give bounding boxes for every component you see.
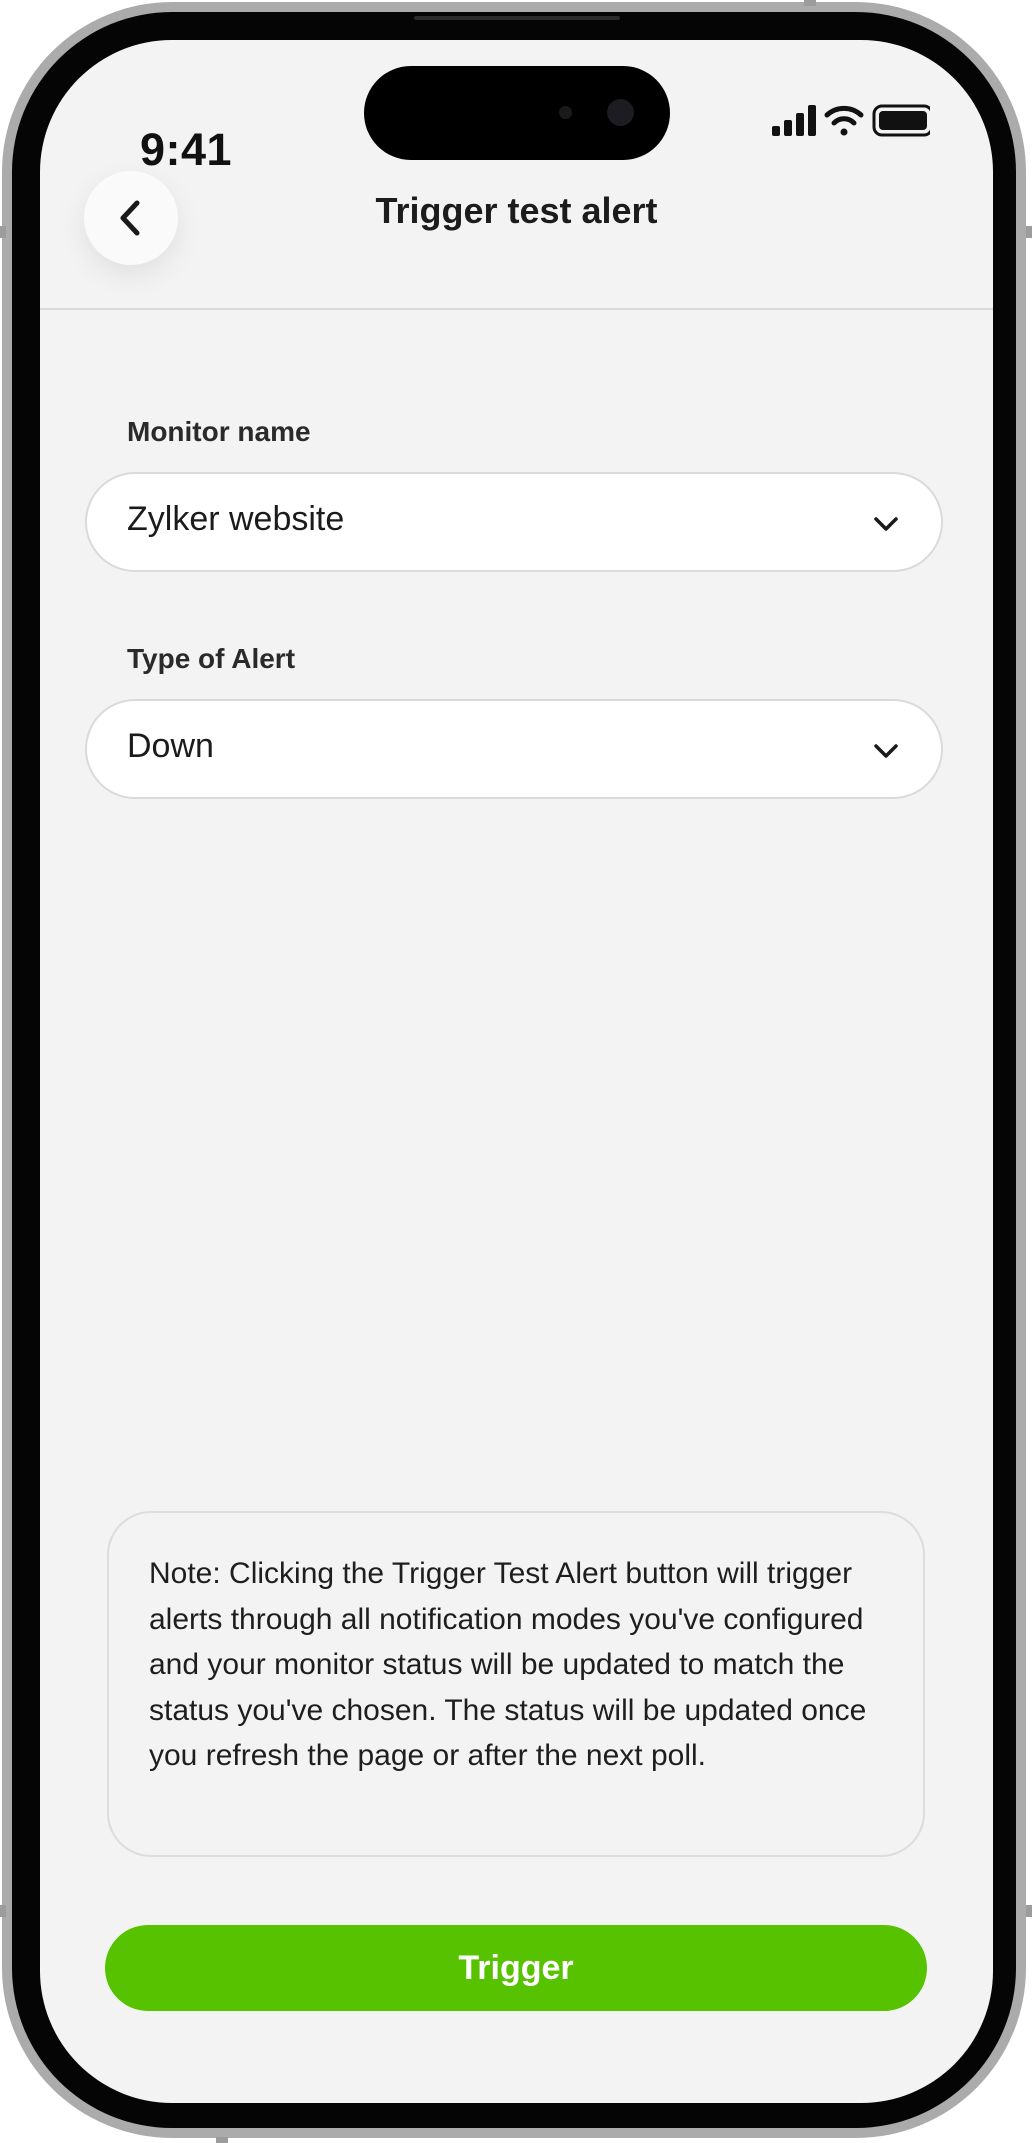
dynamic-island bbox=[364, 66, 670, 160]
chevron-down-icon bbox=[874, 744, 898, 758]
wifi-icon bbox=[824, 105, 864, 136]
alert-type-label: Type of Alert bbox=[127, 643, 296, 674]
sensor-dot bbox=[559, 106, 572, 119]
trigger-button-label: Trigger bbox=[458, 1948, 574, 1987]
side-button bbox=[1026, 226, 1032, 238]
header-divider bbox=[40, 308, 993, 310]
status-time: 9:41 bbox=[140, 124, 233, 175]
back-button[interactable] bbox=[84, 171, 178, 265]
page-title: Trigger test alert bbox=[375, 190, 658, 231]
side-button bbox=[216, 2137, 228, 2143]
cellular-signal-icon bbox=[772, 105, 816, 136]
side-button bbox=[0, 1905, 6, 1917]
side-button bbox=[0, 226, 6, 238]
monitor-name-select[interactable]: Zylker website bbox=[85, 472, 943, 572]
side-button bbox=[804, 0, 816, 6]
camera-dot bbox=[607, 99, 634, 126]
monitor-name-value: Zylker website bbox=[127, 500, 345, 538]
trigger-button[interactable]: Trigger bbox=[105, 1925, 927, 2011]
app-screen: 9:41 Trigger test alert Monitor name Zyl… bbox=[40, 40, 993, 2103]
note-box: Note: Clicking the Trigger Test Alert bu… bbox=[107, 1511, 925, 1857]
status-icons bbox=[730, 96, 934, 146]
earpiece bbox=[414, 16, 620, 20]
side-button bbox=[1026, 1905, 1032, 1917]
note-text: Note: Clicking the Trigger Test Alert bu… bbox=[149, 1557, 867, 1772]
monitor-name-label: Monitor name bbox=[127, 416, 311, 447]
alert-type-value: Down bbox=[127, 727, 214, 765]
battery-icon bbox=[872, 104, 934, 137]
chevron-left-icon bbox=[120, 200, 140, 236]
alert-type-select[interactable]: Down bbox=[85, 699, 943, 799]
chevron-down-icon bbox=[874, 517, 898, 531]
